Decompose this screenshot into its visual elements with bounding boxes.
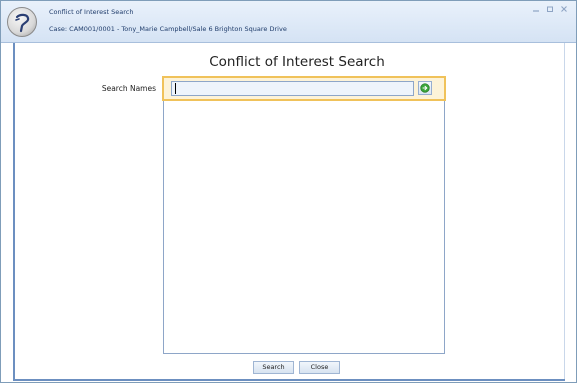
search-go-button[interactable] — [418, 81, 432, 95]
restore-icon[interactable] — [546, 5, 554, 13]
search-names-input[interactable] — [171, 81, 414, 96]
search-button[interactable]: Search — [253, 361, 294, 374]
dialog-window: Conflict of Interest Search Case: CAM001… — [0, 0, 577, 383]
results-list[interactable] — [163, 77, 445, 354]
frame-bottom-border — [13, 379, 565, 381]
close-button[interactable]: Close — [299, 361, 340, 374]
frame-left-border — [13, 43, 15, 379]
case-info: Case: CAM001/0001 - Tony_Marie Campbell/… — [49, 25, 287, 33]
minimize-icon[interactable] — [532, 5, 540, 13]
frame-right-border — [564, 43, 565, 379]
window-controls — [532, 5, 568, 13]
text-caret — [175, 83, 176, 94]
search-names-label: Search Names — [101, 84, 156, 93]
search-go-icon — [420, 83, 430, 93]
close-icon[interactable] — [560, 5, 568, 13]
window-title: Conflict of Interest Search — [49, 8, 134, 16]
page-title: Conflict of Interest Search — [209, 54, 385, 70]
title-bar[interactable]: Conflict of Interest Search Case: CAM001… — [1, 1, 576, 43]
app-logo-icon — [7, 7, 37, 37]
